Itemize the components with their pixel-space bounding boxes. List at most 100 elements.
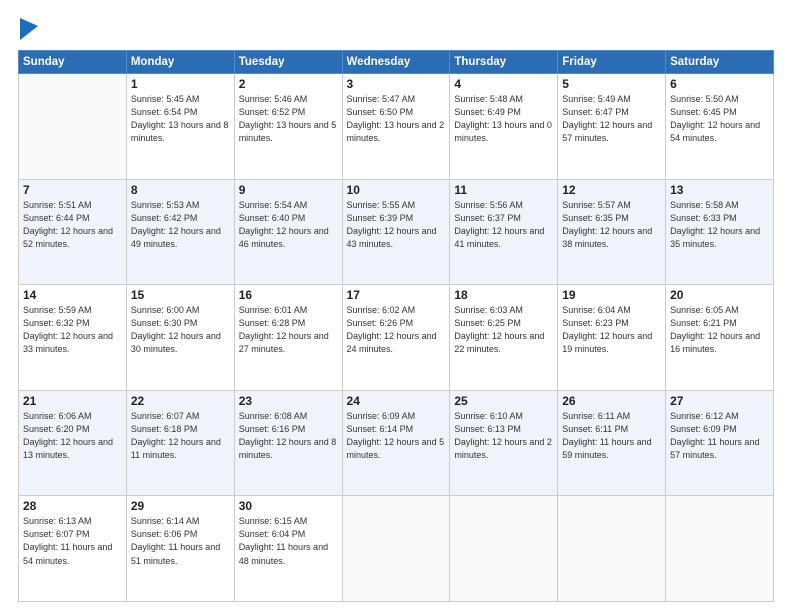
day-number: 8 [131,183,230,197]
weekday-header: Monday [126,51,234,74]
page: SundayMondayTuesdayWednesdayThursdayFrid… [0,0,792,612]
day-info: Sunrise: 5:53 AMSunset: 6:42 PMDaylight:… [131,199,230,251]
calendar-day-cell [666,496,774,602]
calendar-day-cell: 9 Sunrise: 5:54 AMSunset: 6:40 PMDaylight… [234,179,342,285]
calendar-day-cell: 25Sunrise: 6:10 AMSunset: 6:13 PMDayligh… [450,390,558,496]
weekday-header: Saturday [666,51,774,74]
day-number: 2 [239,77,338,91]
day-number: 10 [347,183,446,197]
day-info: Sunrise: 5:49 AMSunset: 6:47 PMDaylight:… [562,93,661,145]
day-number: 3 [347,77,446,91]
weekday-header: Thursday [450,51,558,74]
day-info: Sunrise: 6:11 AMSunset: 6:11 PMDaylight:… [562,410,661,462]
calendar-table: SundayMondayTuesdayWednesdayThursdayFrid… [18,50,774,602]
day-number: 9 [239,183,338,197]
day-info: Sunrise: 6:07 AMSunset: 6:18 PMDaylight:… [131,410,230,462]
day-info: Sunrise: 5:56 AMSunset: 6:37 PMDaylight:… [454,199,553,251]
day-number: 11 [454,183,553,197]
day-info: Sunrise: 5:55 AMSunset: 6:39 PMDaylight:… [347,199,446,251]
calendar-day-cell: 21Sunrise: 6:06 AMSunset: 6:20 PMDayligh… [19,390,127,496]
calendar-day-cell: 7 Sunrise: 5:51 AMSunset: 6:44 PMDaylight… [19,179,127,285]
calendar-week-row: 7 Sunrise: 5:51 AMSunset: 6:44 PMDaylight… [19,179,774,285]
day-info: Sunrise: 6:12 AMSunset: 6:09 PMDaylight:… [670,410,769,462]
day-info: Sunrise: 6:10 AMSunset: 6:13 PMDaylight:… [454,410,553,462]
calendar-day-cell: 29 Sunrise: 6:14 AMSunset: 6:06 PMDayligh… [126,496,234,602]
calendar-week-row: 14Sunrise: 5:59 AMSunset: 6:32 PMDayligh… [19,285,774,391]
day-number: 17 [347,288,446,302]
day-number: 19 [562,288,661,302]
header [18,18,774,40]
logo-icon [20,18,38,40]
day-info: Sunrise: 6:08 AMSunset: 6:16 PMDaylight:… [239,410,338,462]
calendar-day-cell: 5 Sunrise: 5:49 AMSunset: 6:47 PMDaylight… [558,74,666,180]
day-info: Sunrise: 5:51 AMSunset: 6:44 PMDaylight:… [23,199,122,251]
day-number: 18 [454,288,553,302]
calendar-day-cell: 2 Sunrise: 5:46 AMSunset: 6:52 PMDaylight… [234,74,342,180]
calendar-day-cell: 27 Sunrise: 6:12 AMSunset: 6:09 PMDayligh… [666,390,774,496]
day-info: Sunrise: 5:45 AMSunset: 6:54 PMDaylight:… [131,93,230,145]
day-info: Sunrise: 5:59 AMSunset: 6:32 PMDaylight:… [23,304,122,356]
weekday-header: Wednesday [342,51,450,74]
calendar-day-cell: 3 Sunrise: 5:47 AMSunset: 6:50 PMDaylight… [342,74,450,180]
calendar-day-cell: 14Sunrise: 5:59 AMSunset: 6:32 PMDayligh… [19,285,127,391]
day-info: Sunrise: 5:47 AMSunset: 6:50 PMDaylight:… [347,93,446,145]
day-info: Sunrise: 6:02 AMSunset: 6:26 PMDaylight:… [347,304,446,356]
day-info: Sunrise: 6:06 AMSunset: 6:20 PMDaylight:… [23,410,122,462]
day-info: Sunrise: 5:57 AMSunset: 6:35 PMDaylight:… [562,199,661,251]
calendar-day-cell: 4 Sunrise: 5:48 AMSunset: 6:49 PMDaylight… [450,74,558,180]
day-number: 12 [562,183,661,197]
day-number: 24 [347,394,446,408]
weekday-header: Tuesday [234,51,342,74]
day-number: 5 [562,77,661,91]
day-info: Sunrise: 6:05 AMSunset: 6:21 PMDaylight:… [670,304,769,356]
calendar-day-cell: 1 Sunrise: 5:45 AMSunset: 6:54 PMDaylight… [126,74,234,180]
day-info: Sunrise: 6:01 AMSunset: 6:28 PMDaylight:… [239,304,338,356]
calendar-header-row: SundayMondayTuesdayWednesdayThursdayFrid… [19,51,774,74]
calendar-week-row: 1 Sunrise: 5:45 AMSunset: 6:54 PMDaylight… [19,74,774,180]
weekday-header: Friday [558,51,666,74]
day-number: 27 [670,394,769,408]
day-info: Sunrise: 6:13 AMSunset: 6:07 PMDaylight:… [23,515,122,567]
logo [18,18,38,40]
day-number: 29 [131,499,230,513]
day-number: 20 [670,288,769,302]
calendar-day-cell: 20 Sunrise: 6:05 AMSunset: 6:21 PMDayligh… [666,285,774,391]
day-number: 22 [131,394,230,408]
day-number: 28 [23,499,122,513]
calendar-day-cell: 17 Sunrise: 6:02 AMSunset: 6:26 PMDayligh… [342,285,450,391]
calendar-day-cell [450,496,558,602]
day-number: 7 [23,183,122,197]
day-number: 15 [131,288,230,302]
day-number: 16 [239,288,338,302]
day-info: Sunrise: 6:09 AMSunset: 6:14 PMDaylight:… [347,410,446,462]
day-info: Sunrise: 6:14 AMSunset: 6:06 PMDaylight:… [131,515,230,567]
calendar-day-cell: 11 Sunrise: 5:56 AMSunset: 6:37 PMDayligh… [450,179,558,285]
day-number: 23 [239,394,338,408]
calendar-day-cell [342,496,450,602]
day-info: Sunrise: 5:48 AMSunset: 6:49 PMDaylight:… [454,93,553,145]
weekday-header: Sunday [19,51,127,74]
day-info: Sunrise: 5:50 AMSunset: 6:45 PMDaylight:… [670,93,769,145]
calendar-day-cell: 15Sunrise: 6:00 AMSunset: 6:30 PMDayligh… [126,285,234,391]
day-info: Sunrise: 5:58 AMSunset: 6:33 PMDaylight:… [670,199,769,251]
calendar-day-cell: 26 Sunrise: 6:11 AMSunset: 6:11 PMDayligh… [558,390,666,496]
day-number: 26 [562,394,661,408]
calendar-day-cell: 8 Sunrise: 5:53 AMSunset: 6:42 PMDaylight… [126,179,234,285]
calendar-day-cell: 24 Sunrise: 6:09 AMSunset: 6:14 PMDayligh… [342,390,450,496]
day-info: Sunrise: 5:54 AMSunset: 6:40 PMDaylight:… [239,199,338,251]
calendar-day-cell: 12 Sunrise: 5:57 AMSunset: 6:35 PMDayligh… [558,179,666,285]
calendar-day-cell: 22 Sunrise: 6:07 AMSunset: 6:18 PMDayligh… [126,390,234,496]
calendar-day-cell: 19 Sunrise: 6:04 AMSunset: 6:23 PMDayligh… [558,285,666,391]
calendar-day-cell [19,74,127,180]
day-number: 1 [131,77,230,91]
calendar-day-cell: 13 Sunrise: 5:58 AMSunset: 6:33 PMDayligh… [666,179,774,285]
day-number: 6 [670,77,769,91]
day-number: 13 [670,183,769,197]
calendar-day-cell [558,496,666,602]
day-info: Sunrise: 6:04 AMSunset: 6:23 PMDaylight:… [562,304,661,356]
day-info: Sunrise: 6:03 AMSunset: 6:25 PMDaylight:… [454,304,553,356]
day-info: Sunrise: 5:46 AMSunset: 6:52 PMDaylight:… [239,93,338,145]
day-number: 4 [454,77,553,91]
calendar-day-cell: 6 Sunrise: 5:50 AMSunset: 6:45 PMDaylight… [666,74,774,180]
calendar-week-row: 28 Sunrise: 6:13 AMSunset: 6:07 PMDayligh… [19,496,774,602]
